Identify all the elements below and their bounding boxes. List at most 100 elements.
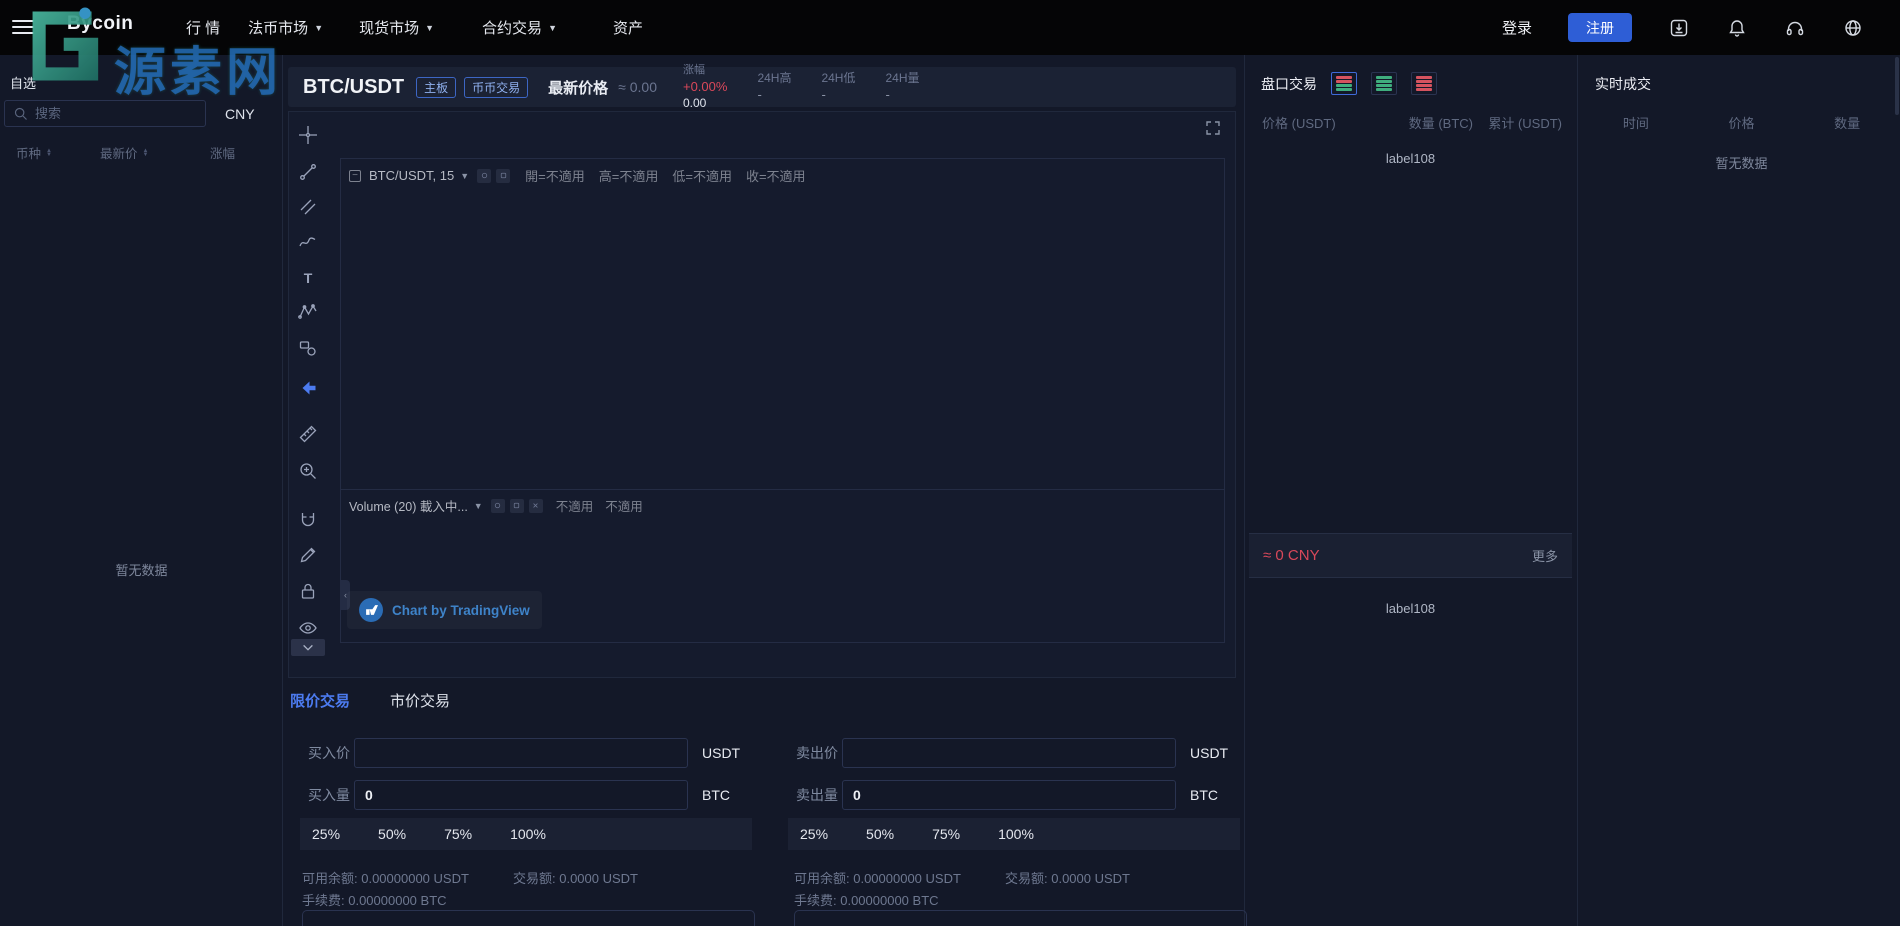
sell-percent-50[interactable]: 50%	[866, 826, 894, 842]
nav-item-contract[interactable]: 合约交易▼	[482, 17, 557, 38]
gann-fib-tool-icon[interactable]	[298, 197, 318, 217]
buy-percent-25[interactable]: 25%	[312, 826, 340, 842]
svg-text:T: T	[304, 270, 313, 286]
chart-plot-area[interactable]: − BTC/USDT, 15 ▼ 開=不適用高=不適用低=不適用收=不適用 Vo…	[340, 158, 1225, 643]
search-box[interactable]	[4, 100, 206, 127]
change-value: 0.00	[683, 95, 727, 111]
tab-limit-order[interactable]: 限价交易	[290, 690, 350, 711]
buy-percent-strip: 25% 50% 75% 100%	[300, 818, 752, 850]
register-button[interactable]: 注册	[1568, 13, 1632, 42]
trend-line-tool-icon[interactable]	[298, 162, 318, 182]
text-tool-icon[interactable]: T	[298, 268, 318, 288]
scrollbar-thumb[interactable]	[1895, 57, 1899, 115]
forecast-tool-icon[interactable]	[298, 338, 318, 358]
nav-item-market[interactable]: 行 情	[186, 17, 220, 38]
magnet-tool-icon[interactable]	[298, 510, 318, 530]
badge-spot-trade[interactable]: 币币交易	[464, 77, 528, 98]
nav-item-fiat[interactable]: 法币市场▼	[248, 17, 323, 38]
volume-eye-icon[interactable]	[491, 499, 505, 513]
sell-price-input[interactable]	[842, 738, 1176, 768]
hide-toolbar-arrow-icon[interactable]	[298, 378, 318, 398]
buy-balance-row: 可用余额: 0.00000000 USDT 交易额: 0.0000 USDT	[302, 868, 638, 887]
legend-settings-icon[interactable]	[496, 169, 510, 183]
orderbook-view-sells-icon[interactable]	[1411, 72, 1437, 95]
buy-percent-75[interactable]: 75%	[444, 826, 472, 842]
sort-icon: ▲▼	[143, 149, 149, 157]
column-coin[interactable]: 币种▲▼	[16, 143, 52, 162]
tradingview-logo-icon	[359, 598, 383, 622]
pane-separator[interactable]	[341, 489, 1224, 490]
trade-tabs: 限价交易 市价交易	[288, 684, 450, 716]
orderbook-more-link[interactable]: 更多	[1532, 546, 1558, 565]
pair-title: BTC/USDT	[303, 76, 404, 99]
buy-turnover: 交易额: 0.0000 USDT	[513, 868, 638, 887]
volume-close-icon[interactable]	[529, 499, 543, 513]
buy-amount-row: 买入量 BTC	[300, 780, 730, 810]
buy-percent-50[interactable]: 50%	[378, 826, 406, 842]
navbar-right: 登录 注册	[1502, 0, 1900, 55]
buy-price-input[interactable]	[354, 738, 688, 768]
symbol-interval-label[interactable]: BTC/USDT, 15	[369, 168, 454, 183]
legend-eye-icon[interactable]	[477, 169, 491, 183]
tab-market-order[interactable]: 市价交易	[390, 690, 450, 711]
sell-percent-75[interactable]: 75%	[932, 826, 960, 842]
zoom-in-icon[interactable]	[298, 461, 318, 481]
orderbook-summary-row: ≈ 0 CNY 更多	[1249, 533, 1572, 578]
sell-turnover: 交易额: 0.0000 USDT	[1005, 868, 1130, 887]
buy-percent-100[interactable]: 100%	[510, 826, 546, 842]
sell-price-label: 卖出价	[788, 743, 842, 763]
legend-collapse-icon[interactable]: −	[349, 170, 361, 182]
support-headset-icon[interactable]	[1784, 17, 1806, 39]
tradingview-attribution[interactable]: Chart by TradingView	[347, 591, 542, 629]
sell-amount-input[interactable]	[842, 780, 1176, 810]
orderbook-view-both-icon[interactable]	[1331, 72, 1357, 95]
lock-drawings-icon[interactable]	[298, 581, 318, 601]
brush-tool-icon[interactable]	[298, 232, 318, 252]
crosshair-tool-icon[interactable]	[298, 125, 318, 145]
sell-percent-25[interactable]: 25%	[800, 826, 828, 842]
column-amount: 数量 (BTC)	[1393, 113, 1473, 132]
chevron-down-icon[interactable]: ▼	[460, 171, 469, 181]
buy-fee: 手续费: 0.00000000 BTC	[302, 890, 447, 909]
orderbook-view-buys-icon[interactable]	[1371, 72, 1397, 95]
measure-ruler-icon[interactable]	[298, 424, 318, 444]
nav-item-assets[interactable]: 资产	[613, 17, 643, 38]
badge-mainboard[interactable]: 主板	[416, 77, 456, 98]
sell-percent-100[interactable]: 100%	[998, 826, 1034, 842]
chevron-down-icon[interactable]: ▼	[474, 501, 483, 511]
pattern-tool-icon[interactable]	[298, 302, 318, 322]
column-change: 涨幅	[210, 143, 235, 162]
fullscreen-icon[interactable]	[1205, 120, 1221, 141]
sell-submit-area-clipped[interactable]	[794, 910, 1247, 926]
search-input[interactable]	[35, 106, 185, 121]
login-link[interactable]: 登录	[1502, 17, 1532, 38]
sell-price-row: 卖出价 USDT	[788, 738, 1228, 768]
notifications-bell-icon[interactable]	[1726, 17, 1748, 39]
volume-settings-icon[interactable]	[510, 499, 524, 513]
orderbook-asks-placeholder: label108	[1249, 151, 1572, 166]
language-globe-icon[interactable]	[1842, 17, 1864, 39]
toolbar-collapse-chevron[interactable]	[291, 639, 325, 656]
orderbook-cny-value: ≈ 0 CNY	[1263, 547, 1320, 564]
latest-price-label: 最新价格	[548, 77, 608, 98]
hide-drawings-eye-icon[interactable]	[298, 618, 318, 638]
buy-fee-row: 手续费: 0.00000000 BTC	[302, 890, 447, 909]
search-icon	[13, 106, 28, 121]
hamburger-menu-icon[interactable]	[12, 20, 34, 38]
change-percent: +0.00%	[683, 78, 727, 96]
sell-amount-label: 卖出量	[788, 785, 842, 805]
brand-logo[interactable]: Bycoin	[67, 13, 133, 35]
volume-study-label[interactable]: Volume (20) 載入中...	[349, 496, 468, 515]
buy-amount-unit: BTC	[702, 787, 730, 803]
orderbook-panel: 盘口交易 价格 (USDT) 数量 (BTC) 累计 (USDT) label1…	[1249, 55, 1572, 926]
edit-pencil-icon[interactable]	[298, 545, 318, 565]
buy-submit-area-clipped[interactable]	[302, 910, 755, 926]
column-last-price[interactable]: 最新价▲▼	[100, 143, 148, 162]
nav-item-spot[interactable]: 现货市场▼	[359, 17, 434, 38]
download-app-icon[interactable]	[1668, 17, 1690, 39]
sell-fee-row: 手续费: 0.00000000 BTC	[794, 890, 939, 909]
buy-amount-input[interactable]	[354, 780, 688, 810]
currency-selector[interactable]: CNY	[225, 106, 255, 122]
chevron-down-icon: ▼	[425, 23, 434, 33]
tradingview-link[interactable]: Chart by TradingView	[392, 603, 530, 618]
